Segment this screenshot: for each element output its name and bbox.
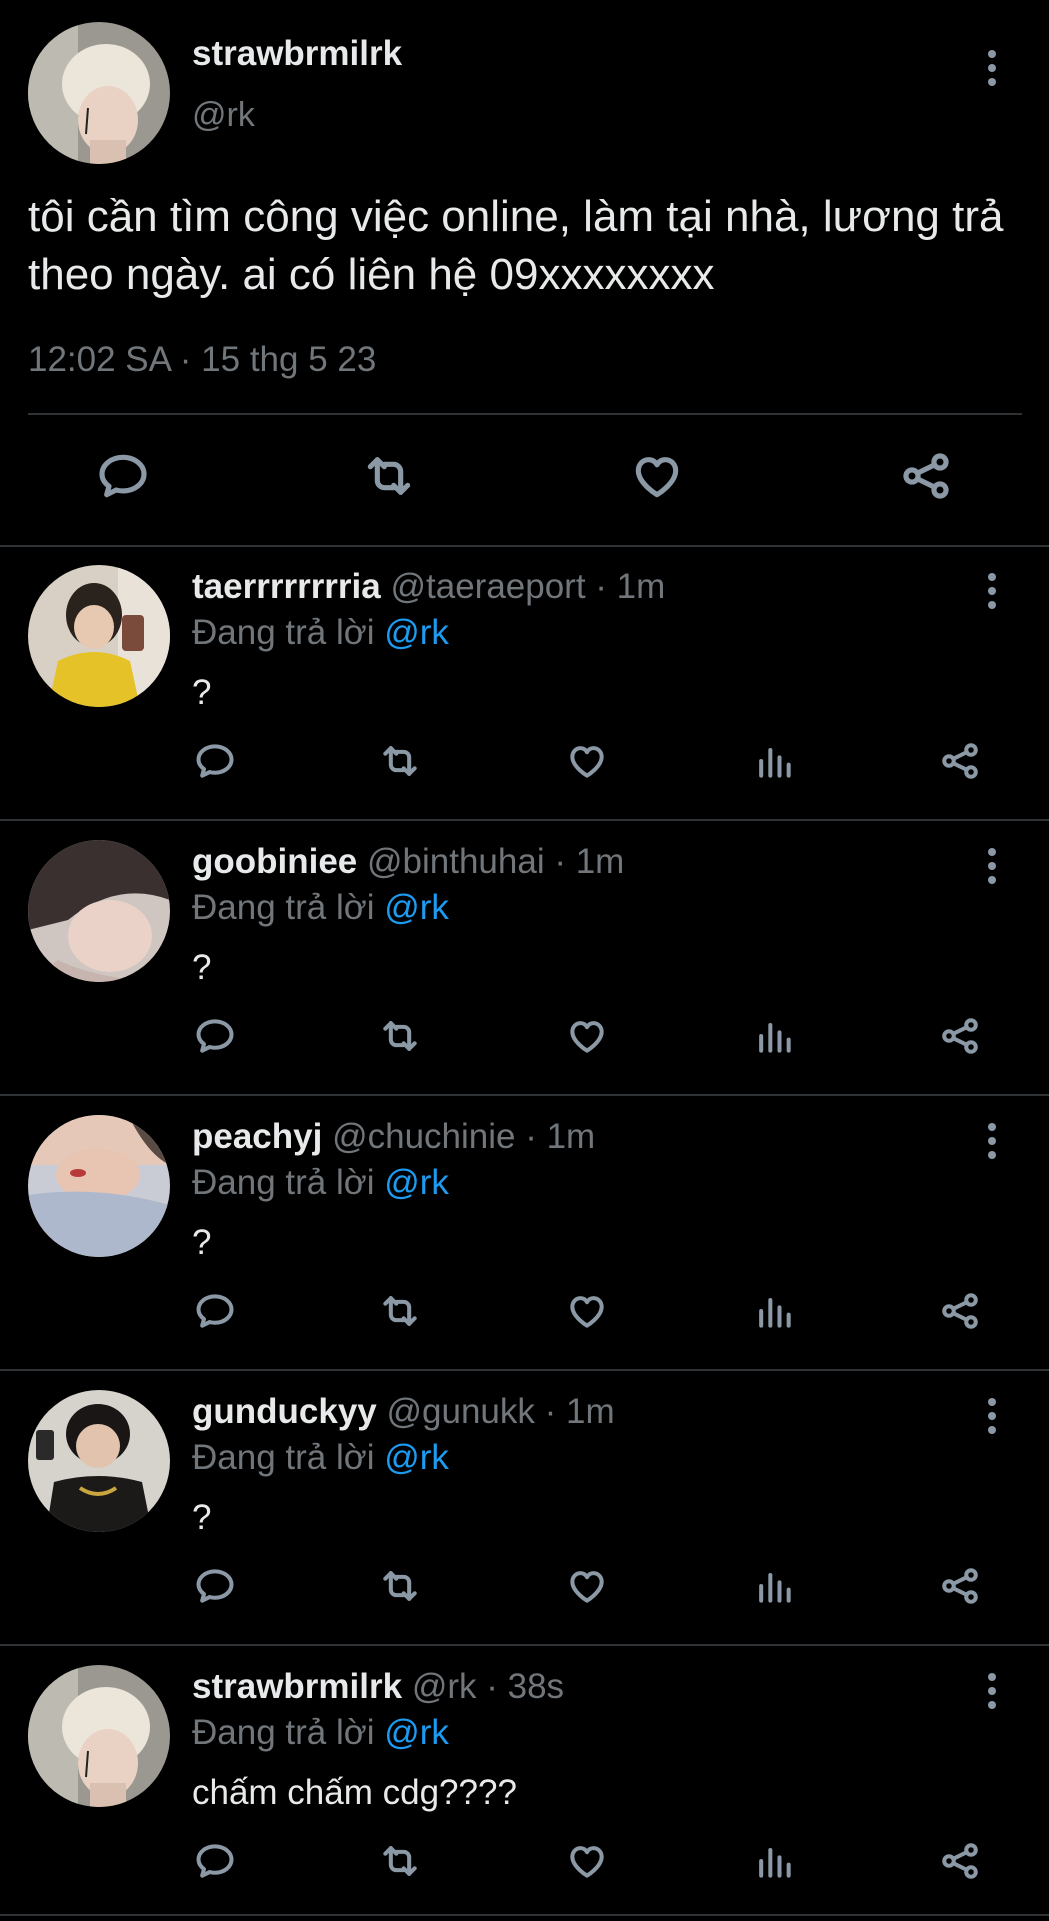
- more-options-icon[interactable]: [982, 1671, 1002, 1711]
- replying-label: Đang trả lời: [192, 1438, 385, 1477]
- display-name[interactable]: taerrrrrrrria: [192, 567, 381, 606]
- divider: [0, 819, 1049, 821]
- more-options-icon[interactable]: [982, 48, 1002, 88]
- reply-icon[interactable]: [193, 1564, 237, 1608]
- avatar[interactable]: [28, 565, 170, 707]
- reply-text: ?: [192, 1498, 212, 1537]
- reply-tweet[interactable]: gunduckyy @gunukk · 1m Đang trả lời @rk …: [0, 1372, 1049, 1646]
- retweet-icon[interactable]: [378, 1839, 422, 1883]
- reply-text: ?: [192, 1223, 212, 1262]
- handle-time: @rk · 38s: [402, 1667, 565, 1706]
- avatar[interactable]: [28, 1665, 170, 1807]
- more-options-icon[interactable]: [982, 1121, 1002, 1161]
- avatar[interactable]: [28, 840, 170, 982]
- more-options-icon[interactable]: [982, 571, 1002, 611]
- tweet-timestamp[interactable]: 12:02 SA · 15 thg 5 23: [28, 340, 376, 380]
- display-name[interactable]: strawbrmilrk: [192, 34, 402, 74]
- retweet-icon[interactable]: [378, 1564, 422, 1608]
- retweet-icon[interactable]: [378, 1289, 422, 1333]
- reply-text: ?: [192, 673, 212, 712]
- like-icon[interactable]: [629, 448, 685, 504]
- view-count-icon[interactable]: [752, 1564, 796, 1608]
- retweet-icon[interactable]: [378, 1014, 422, 1058]
- share-icon[interactable]: [938, 1564, 982, 1608]
- display-name[interactable]: strawbrmilrk: [192, 1667, 402, 1706]
- replying-label: Đang trả lời: [192, 888, 385, 927]
- like-icon[interactable]: [565, 1289, 609, 1333]
- share-icon[interactable]: [938, 1839, 982, 1883]
- reply-header: peachyj @chuchinie · 1m: [192, 1117, 595, 1157]
- avatar[interactable]: [28, 1390, 170, 1532]
- mention-link[interactable]: @rk: [384, 1163, 449, 1202]
- reply-text: chấm chấm cdg????: [192, 1773, 517, 1812]
- share-icon[interactable]: [938, 1289, 982, 1333]
- divider: [0, 1644, 1049, 1646]
- reply-icon[interactable]: [95, 448, 151, 504]
- avatar[interactable]: [28, 1115, 170, 1257]
- more-options-icon[interactable]: [982, 846, 1002, 886]
- mention-link[interactable]: @rk: [384, 1438, 449, 1477]
- more-options-icon[interactable]: [982, 1396, 1002, 1436]
- main-tweet: strawbrmilrk @rk tôi cần tìm công việc o…: [0, 0, 1049, 545]
- retweet-icon[interactable]: [361, 448, 417, 504]
- user-handle[interactable]: @rk: [192, 96, 255, 135]
- like-icon[interactable]: [565, 739, 609, 783]
- replying-label: Đang trả lời: [192, 1713, 385, 1752]
- divider: [0, 1369, 1049, 1371]
- replying-to: Đang trả lời @rk: [192, 1713, 449, 1753]
- reply-header: gunduckyy @gunukk · 1m: [192, 1392, 615, 1432]
- share-icon[interactable]: [938, 739, 982, 783]
- reply-icon[interactable]: [193, 1014, 237, 1058]
- like-icon[interactable]: [565, 1839, 609, 1883]
- mention-link[interactable]: @rk: [384, 1713, 449, 1752]
- handle-time: @chuchinie · 1m: [322, 1117, 596, 1156]
- handle-time: @binthuhai · 1m: [357, 842, 625, 881]
- share-icon[interactable]: [938, 1014, 982, 1058]
- replying-to: Đang trả lời @rk: [192, 613, 449, 653]
- reply-tweet[interactable]: strawbrmilrk @rk · 38s Đang trả lời @rk …: [0, 1647, 1049, 1921]
- reply-header: strawbrmilrk @rk · 38s: [192, 1667, 564, 1707]
- reply-icon[interactable]: [193, 739, 237, 783]
- divider: [0, 1094, 1049, 1096]
- avatar[interactable]: [28, 22, 170, 164]
- tweet-text: tôi cần tìm công việc online, làm tại nh…: [28, 192, 1004, 299]
- replying-label: Đang trả lời: [192, 613, 385, 652]
- view-count-icon[interactable]: [752, 739, 796, 783]
- replying-label: Đang trả lời: [192, 1163, 385, 1202]
- reply-header: goobiniee @binthuhai · 1m: [192, 842, 624, 882]
- like-icon[interactable]: [565, 1014, 609, 1058]
- replying-to: Đang trả lời @rk: [192, 888, 449, 928]
- display-name[interactable]: goobiniee: [192, 842, 357, 881]
- replying-to: Đang trả lời @rk: [192, 1438, 449, 1478]
- mention-link[interactable]: @rk: [384, 888, 449, 927]
- divider: [28, 413, 1022, 415]
- like-icon[interactable]: [565, 1564, 609, 1608]
- reply-icon[interactable]: [193, 1839, 237, 1883]
- display-name[interactable]: peachyj: [192, 1117, 322, 1156]
- reply-text: ?: [192, 948, 212, 987]
- mention-link[interactable]: @rk: [384, 613, 449, 652]
- view-count-icon[interactable]: [752, 1839, 796, 1883]
- reply-header: taerrrrrrrria @taeraeport · 1m: [192, 567, 665, 607]
- view-count-icon[interactable]: [752, 1014, 796, 1058]
- reply-tweet[interactable]: goobiniee @binthuhai · 1m Đang trả lời @…: [0, 822, 1049, 1096]
- divider: [0, 1914, 1049, 1916]
- view-count-icon[interactable]: [752, 1289, 796, 1333]
- replying-to: Đang trả lời @rk: [192, 1163, 449, 1203]
- share-icon[interactable]: [898, 448, 954, 504]
- retweet-icon[interactable]: [378, 739, 422, 783]
- display-name[interactable]: gunduckyy: [192, 1392, 377, 1431]
- handle-time: @gunukk · 1m: [376, 1392, 615, 1431]
- handle-time: @taeraeport · 1m: [380, 567, 666, 606]
- reply-tweet[interactable]: taerrrrrrrria @taeraeport · 1m Đang trả …: [0, 547, 1049, 821]
- reply-icon[interactable]: [193, 1289, 237, 1333]
- reply-tweet[interactable]: peachyj @chuchinie · 1m Đang trả lời @rk…: [0, 1097, 1049, 1371]
